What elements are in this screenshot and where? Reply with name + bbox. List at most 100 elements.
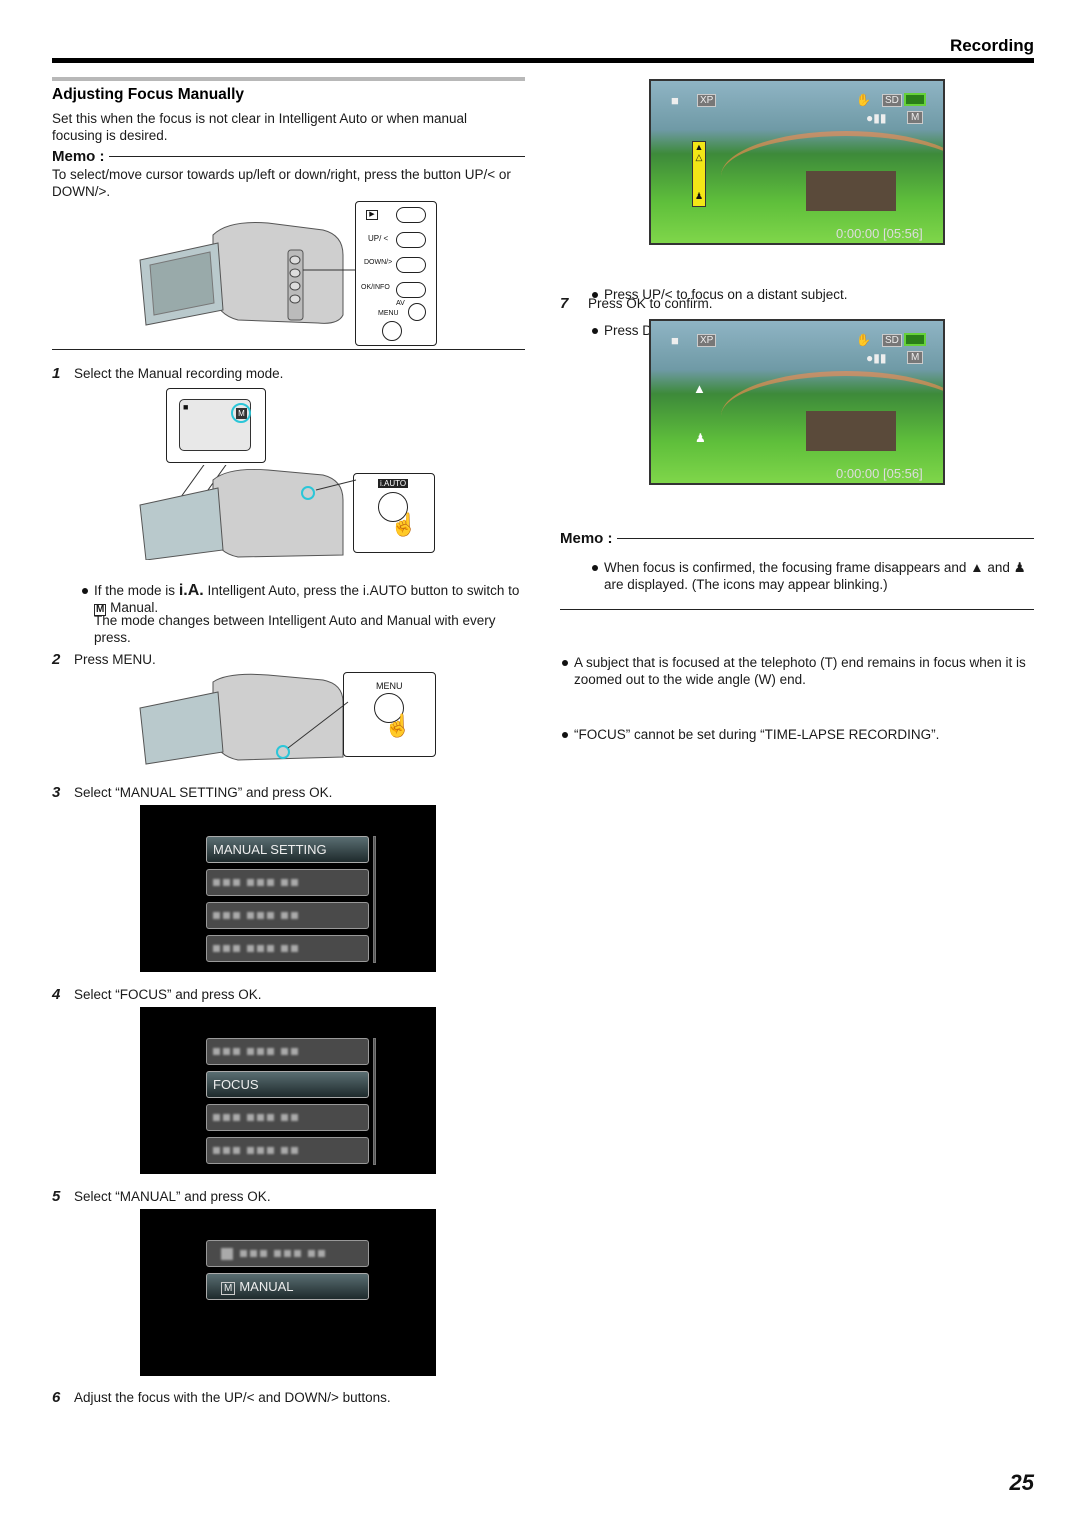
quality-badge: XP [697, 94, 717, 107]
page-number: 25 [1009, 1470, 1034, 1495]
menu-item[interactable] [206, 869, 369, 896]
up-button[interactable] [396, 232, 426, 248]
step-text: Press MENU. [74, 652, 156, 667]
hand-pointer-icon: ☝ [384, 713, 412, 738]
step-number: 3 [52, 784, 61, 801]
highlight-circle [231, 403, 251, 423]
menu-button[interactable] [382, 321, 402, 341]
sd-card-badge: SD [882, 94, 902, 107]
menu-item[interactable] [206, 902, 369, 929]
menu-item[interactable] [206, 1038, 369, 1065]
button-panel: ▶ UP/ < DOWN/> OK/INFO AV MENU [355, 201, 437, 346]
hand-pointer-icon: ☝ [390, 512, 418, 537]
note-text: and [987, 560, 1010, 575]
memo-bullet: “FOCUS” cannot be set during “TIME-LAPSE… [560, 726, 1035, 743]
divider [52, 349, 525, 350]
step-text: Adjust the focus with the UP/< and DOWN/… [74, 1390, 391, 1405]
step-1: 1 Select the Manual recording mode. [52, 365, 283, 382]
confirm-note: When focus is confirmed, the focusing fr… [590, 559, 1035, 593]
menu-item[interactable] [206, 1240, 369, 1267]
focus-bar: ▲ △ ♟ [692, 141, 706, 207]
near-focus-icon: ♟ [1013, 560, 1026, 575]
page-title: Adjusting Focus Manually [52, 86, 245, 103]
iauto-label: i.AUTO [378, 479, 409, 488]
viewfinder-focusing: ■ XP ✋ SD ●▮▮ M ▲ △ ♟ 0:00:00 [05:56] [649, 79, 945, 245]
play-icon: ▶ [366, 210, 378, 220]
step-4: 4 Select “FOCUS” and press OK. [52, 986, 262, 1003]
record-standby-icon: ●▮▮ [866, 351, 887, 365]
manual-icon: M [221, 1282, 236, 1295]
menu-item[interactable] [206, 1137, 369, 1164]
menu-item-focus[interactable]: FOCUS [206, 1071, 369, 1098]
step1-extra: The mode changes between Intelligent Aut… [94, 613, 496, 645]
menu-item-manual[interactable]: M MANUAL [206, 1273, 369, 1300]
house [806, 411, 896, 451]
step-3: 3 Select “MANUAL SETTING” and press OK. [52, 784, 332, 801]
step-text: Select “FOCUS” and press OK. [74, 987, 262, 1002]
divider [560, 609, 1034, 610]
section-header: Recording [949, 36, 1034, 55]
record-time: 0:00:00 [836, 226, 880, 241]
camcorder-illustration [138, 215, 358, 330]
step1-note: If the mode is i.A. Intelligent Auto, pr… [80, 582, 530, 616]
intelligent-auto-icon: i.A. [178, 582, 204, 599]
battery-icon [904, 93, 926, 106]
house [806, 171, 896, 211]
ok-info-button[interactable] [396, 282, 426, 298]
lcd-callout: ■ M [166, 388, 266, 463]
quality-badge: XP [697, 334, 717, 347]
note-text: are displayed. (The icons may appear bli… [604, 577, 888, 592]
lcd-screen: ■ M [179, 399, 251, 451]
menu-callout: MENU ☝ [343, 672, 436, 757]
memo-text: To select/move cursor towards up/left or… [52, 167, 511, 199]
step-7: 7 Press OK to confirm. [560, 295, 713, 312]
remaining-time: [05:56] [883, 466, 923, 481]
menu-callout-label: MENU [376, 681, 403, 691]
camcorder-illustration-2 [138, 461, 358, 561]
note-text: If the mode is [94, 583, 176, 598]
battery-icon [904, 333, 926, 346]
menu-screen-1: MANUAL SETTING [140, 805, 436, 972]
far-focus-icon: ▲ [693, 381, 706, 396]
iauto-callout: i.AUTO ☝ [353, 473, 435, 553]
stabilizer-icon: ✋ [856, 333, 871, 347]
stabilizer-icon: ✋ [856, 93, 871, 107]
far-focus-icon: ▲ [970, 560, 984, 575]
menu-item-manual-setting[interactable]: MANUAL SETTING [206, 836, 369, 863]
menu-scrollbar[interactable] [373, 1038, 376, 1165]
menu-item[interactable] [206, 935, 369, 962]
manual-mode-badge: M [907, 351, 924, 364]
menu-item[interactable] [206, 1104, 369, 1131]
memo-heading-right: Memo : [560, 530, 1034, 547]
remaining-time: [05:56] [883, 226, 923, 241]
near-focus-icon: ♟ [695, 431, 706, 445]
menu-screen-3: M MANUAL [140, 1209, 436, 1376]
intro-text: Set this when the focus is not clear in … [52, 111, 467, 143]
menu-label: MENU [378, 310, 399, 317]
av-button[interactable] [408, 303, 426, 321]
step-text: Select “MANUAL SETTING” and press OK. [74, 785, 333, 800]
down-button[interactable] [396, 257, 426, 273]
time-readout: 0:00:00 [05:56] [836, 466, 923, 481]
video-camera-icon: ■ [671, 93, 679, 108]
menu-scrollbar[interactable] [373, 836, 376, 963]
step-6: 6 Adjust the focus with the UP/< and DOWN… [52, 1389, 391, 1406]
manual-mode-badge: M [907, 111, 924, 124]
step-number: 2 [52, 651, 61, 668]
ok-label: OK/INFO [361, 284, 390, 291]
step-text: Select “MANUAL” and press OK. [74, 1189, 271, 1204]
step-text: Press OK to confirm. [588, 296, 713, 311]
step-text: Select the Manual recording mode. [74, 366, 284, 381]
play-button[interactable] [396, 207, 426, 223]
record-standby-icon: ●▮▮ [866, 111, 887, 125]
memo-line [108, 156, 525, 157]
step-5: 5 Select “MANUAL” and press OK. [52, 1188, 271, 1205]
viewfinder-confirmed: ■ XP ✋ SD ●▮▮ M ▲ ♟ 0:00:00 [05:56] [649, 319, 945, 485]
step-2: 2 Press MENU. [52, 651, 156, 668]
up-label: UP/ < [368, 234, 389, 243]
memo-label: Memo : [560, 530, 613, 547]
memo-bullet: A subject that is focused at the telepho… [560, 654, 1035, 688]
note-text: When focus is confirmed, the focusing fr… [604, 560, 967, 575]
av-label: AV [396, 300, 405, 307]
step-number: 7 [560, 295, 569, 312]
